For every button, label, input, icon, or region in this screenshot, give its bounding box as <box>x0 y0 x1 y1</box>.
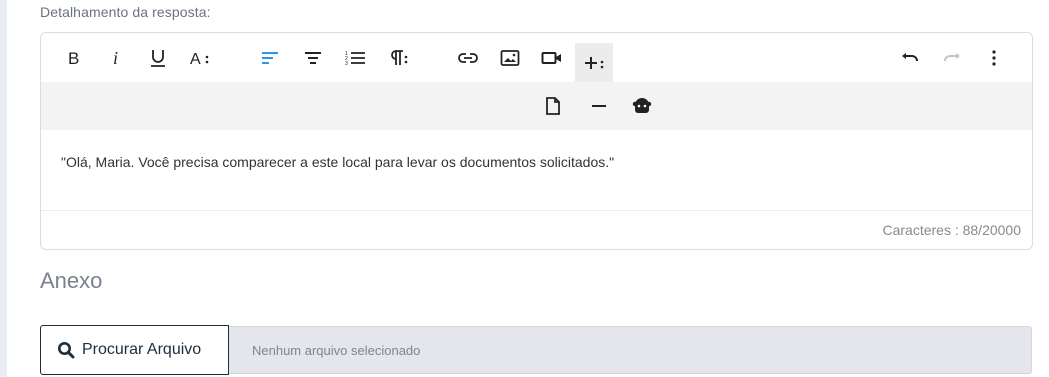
italic-button[interactable]: i <box>97 39 135 77</box>
undo-button[interactable] <box>891 39 929 77</box>
bold-button[interactable]: B <box>55 39 93 77</box>
more-options-button[interactable] <box>975 39 1013 77</box>
more-vertical-icon <box>992 50 996 66</box>
redo-button[interactable] <box>933 39 971 77</box>
ordered-list-icon: 123 <box>345 51 365 67</box>
svg-text:B: B <box>68 49 79 67</box>
underline-button[interactable] <box>139 39 177 77</box>
bold-icon: B <box>68 49 79 67</box>
undo-icon <box>902 53 918 62</box>
link-icon <box>458 53 478 63</box>
editor-toolbar-more <box>41 82 1032 130</box>
underline-icon <box>151 50 165 67</box>
insert-link-button[interactable] <box>449 39 487 77</box>
horizontal-line-icon <box>592 105 606 107</box>
insert-video-button[interactable] <box>533 39 571 77</box>
browse-file-button[interactable]: Procurar Arquivo <box>40 325 229 375</box>
image-icon <box>500 50 520 66</box>
file-icon <box>546 97 560 115</box>
insert-horizontal-line-button[interactable] <box>580 87 618 125</box>
redo-icon <box>944 53 960 62</box>
attachment-section-title: Anexo <box>40 268 103 293</box>
browse-file-label: Procurar Arquivo <box>82 341 202 358</box>
font-size-button[interactable]: A <box>181 39 219 77</box>
search-icon <box>57 341 75 359</box>
more-insert-button[interactable] <box>575 43 613 82</box>
font-size-icon: A <box>190 51 209 67</box>
svg-text:A: A <box>190 51 201 67</box>
align-left-icon <box>262 52 278 64</box>
field-label: Detalhamento da resposta: <box>40 4 211 20</box>
align-left-button[interactable] <box>251 39 289 77</box>
insert-image-button[interactable] <box>491 39 529 77</box>
rich-text-editor: B i A 123 "Olá, Maria. Você precisa comp… <box>40 32 1033 250</box>
editor-content-text: "Olá, Maria. Você precisa comparecer a e… <box>61 154 615 170</box>
italic-icon: i <box>113 49 118 67</box>
more-insert-icon <box>585 56 604 69</box>
left-rail <box>0 0 7 377</box>
ordered-list-button[interactable]: 123 <box>336 39 374 77</box>
paragraph-format-button[interactable] <box>379 39 417 77</box>
insert-file-button[interactable] <box>534 87 572 125</box>
file-status-text: Nenhum arquivo selecionado <box>252 342 421 358</box>
file-picker: Procurar Arquivo Nenhum arquivo selecion… <box>40 325 1033 375</box>
file-status-field[interactable]: Nenhum arquivo selecionado <box>229 326 1032 374</box>
emoticon-icon <box>632 98 652 113</box>
svg-text:3: 3 <box>345 61 348 67</box>
editor-toolbar: B i A 123 <box>41 33 1032 82</box>
svg-text:i: i <box>113 49 118 67</box>
character-counter: Caracteres : 88/20000 <box>882 222 1021 238</box>
align-center-icon <box>305 52 321 64</box>
align-center-button[interactable] <box>294 39 332 77</box>
editor-content[interactable]: "Olá, Maria. Você precisa comparecer a e… <box>41 130 1032 211</box>
paragraph-format-icon <box>391 50 408 65</box>
insert-emoticon-button[interactable] <box>623 87 661 125</box>
video-icon <box>541 52 561 64</box>
